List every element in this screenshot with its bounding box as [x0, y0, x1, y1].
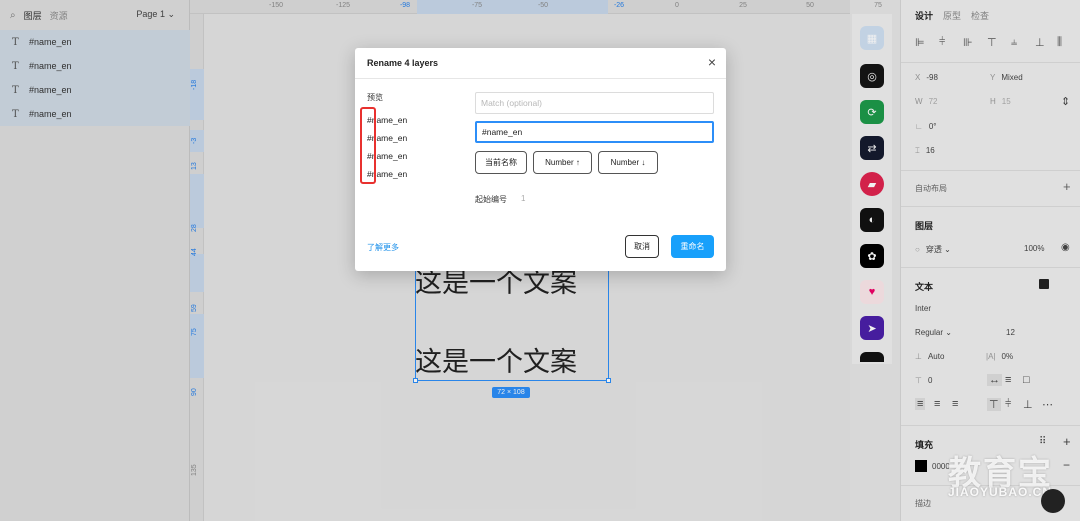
preview-label: 预览 — [367, 93, 383, 102]
learn-more-link[interactable]: 了解更多 — [367, 242, 399, 253]
current-name-chip[interactable]: 当前名称 — [475, 151, 527, 174]
dialog-title: Rename 4 layers — [367, 58, 439, 68]
watermark-url: JIAOYUBAO.CN — [948, 485, 1053, 499]
number-ascending-chip[interactable]: Number ↑ — [533, 151, 592, 174]
rename-button[interactable]: 重命名 — [671, 235, 714, 258]
cancel-button[interactable]: 取消 — [625, 235, 659, 258]
divider — [355, 78, 726, 79]
highlight-annotation-box — [360, 107, 376, 184]
start-number-label: 起始编号 — [475, 195, 507, 204]
help-button[interactable] — [1041, 489, 1065, 513]
start-number-input[interactable]: 1 — [521, 194, 525, 203]
match-input[interactable] — [475, 92, 714, 114]
number-descending-chip[interactable]: Number ↓ — [598, 151, 658, 174]
close-icon[interactable]: × — [708, 55, 716, 69]
rename-layers-dialog: Rename 4 layers × 预览 #name_en #name_en #… — [355, 48, 726, 271]
rename-input[interactable] — [475, 121, 714, 143]
